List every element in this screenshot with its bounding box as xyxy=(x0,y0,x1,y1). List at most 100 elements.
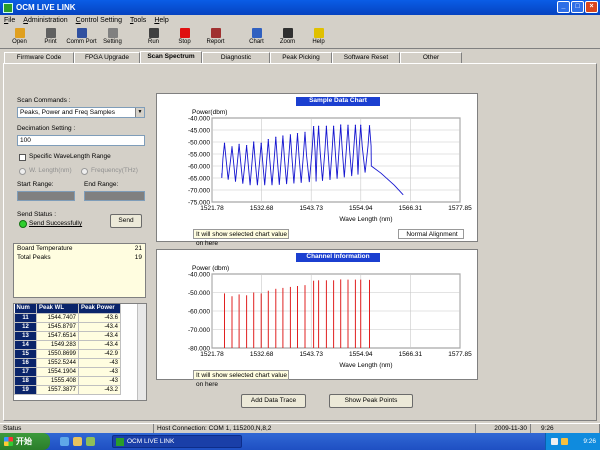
table-scrollbar[interactable] xyxy=(137,304,146,400)
spectrum-peak-point[interactable] xyxy=(238,143,240,145)
desktop-icon[interactable] xyxy=(86,437,95,446)
spectrum-peak-point[interactable] xyxy=(246,145,248,147)
spectrum-peak-point[interactable] xyxy=(313,126,315,128)
spectrum-peak-point[interactable] xyxy=(253,141,255,143)
stop-button[interactable]: Stop xyxy=(169,27,200,49)
spectrum-peak-point[interactable] xyxy=(296,133,299,135)
menu-control-setting[interactable]: Control Setting xyxy=(72,17,126,24)
spectrum-peak-point[interactable] xyxy=(275,136,277,138)
peaks-table[interactable]: Num Peak WL Peak Power 11 1544.7407 -43.6 1… xyxy=(13,303,147,401)
open-button[interactable]: Open xyxy=(4,27,35,49)
tab-firmware-code[interactable]: Firmware Code xyxy=(4,52,74,63)
spectrum-peak-point[interactable] xyxy=(231,146,233,148)
table-row[interactable]: 16 1552.5244 -43 xyxy=(14,357,121,368)
comm-port-button[interactable]: Comm Port xyxy=(66,27,97,49)
setting-button[interactable]: Setting xyxy=(97,27,128,49)
spectrum-peak-point[interactable] xyxy=(333,125,335,127)
zoom-button[interactable]: Zoom xyxy=(272,27,303,49)
spectrum-peak-point[interactable] xyxy=(289,134,291,136)
table-row[interactable]: 13 1547.6514 -43.4 xyxy=(14,330,121,341)
browser-icon[interactable] xyxy=(60,437,69,446)
column-header-peak-wl[interactable]: Peak WL xyxy=(36,304,79,313)
sample-data-chart[interactable]: -40.000 -45.000 -50.000 -55.000 -60.000 -65.0… xyxy=(156,104,478,232)
tray-clock: 9:26 xyxy=(583,438,596,445)
channel-info-chart[interactable]: -40.000-50.000-60.000-70.000-80.0001521.… xyxy=(156,260,478,378)
specific-range-label: Specific WaveLength Range xyxy=(29,153,111,160)
chevron-down-icon[interactable]: ▼ xyxy=(135,108,144,117)
spectrum-peak-point[interactable] xyxy=(368,125,371,127)
spectrum-peak-point[interactable] xyxy=(318,125,320,127)
column-header-num[interactable]: Num xyxy=(14,304,37,313)
chart-button[interactable]: Chart xyxy=(241,27,272,49)
table-row[interactable]: 19 1557.3877 -43.2 xyxy=(14,384,121,395)
spectrum-peak-point[interactable] xyxy=(347,124,349,126)
scan-command-select[interactable]: Peaks, Power and Freq Samples ▼ xyxy=(17,107,145,118)
run-icon xyxy=(148,28,159,38)
x-tick-label: 1554.94 xyxy=(349,351,373,358)
specific-range-checkbox[interactable] xyxy=(19,154,26,161)
spectrum-peak-point[interactable] xyxy=(360,124,362,126)
tab-other[interactable]: Other xyxy=(400,52,462,63)
table-row[interactable]: 18 1555.408 -43 xyxy=(14,375,121,386)
print-button[interactable]: Print xyxy=(35,27,66,49)
maximize-button[interactable]: □ xyxy=(571,1,584,13)
decimation-input[interactable]: 100 xyxy=(17,135,145,146)
add-data-trace-button[interactable]: Add Data Trace xyxy=(241,394,306,408)
folder-icon[interactable] xyxy=(73,437,82,446)
help-button[interactable]: Help xyxy=(303,27,334,49)
tab-scan-spectrum[interactable]: Scan Spectrum xyxy=(140,51,202,63)
column-header-peak-power[interactable]: Peak Power xyxy=(78,304,121,313)
chart1-value-hint: It will show selected chart value on her… xyxy=(193,229,289,247)
send-button[interactable]: Send xyxy=(110,214,142,228)
end-range-input[interactable] xyxy=(84,191,145,201)
table-row[interactable]: 17 1554.1904 -43 xyxy=(14,366,121,377)
gear-icon xyxy=(107,28,118,38)
volume-icon[interactable] xyxy=(561,438,568,445)
table-row[interactable]: 14 1549.283 -43.4 xyxy=(14,339,121,350)
menu-file[interactable]: File xyxy=(0,17,19,24)
spectrum-peak-point[interactable] xyxy=(340,124,342,126)
stop-icon xyxy=(179,28,190,38)
scan-commands-label: Scan Commands : xyxy=(17,97,71,104)
toolbar: Open Print Comm Port Setting Run Stop Report Ch… xyxy=(0,27,600,49)
spectrum-peak-point[interactable] xyxy=(354,124,356,126)
taskbar-task-ocm-live-link[interactable]: OCM LIVE LINK xyxy=(112,435,242,448)
taskbar-task-label: OCM LIVE LINK xyxy=(127,438,175,445)
row-peak-wl: 1552.5244 xyxy=(36,357,79,368)
x-axis-label: Wave Length (nm) xyxy=(339,362,392,369)
plug-icon xyxy=(76,28,87,38)
show-peak-points-button[interactable]: Show Peak Points xyxy=(329,394,413,408)
frequency-radio[interactable] xyxy=(81,168,88,175)
alignment-mode-box[interactable]: Normal Alignment xyxy=(398,229,464,239)
row-num: 14 xyxy=(14,339,37,350)
row-num: 11 xyxy=(14,312,37,323)
run-button[interactable]: Run xyxy=(138,27,169,49)
tab-fpga-upgrade[interactable]: FPGA Upgrade xyxy=(74,52,140,63)
spectrum-peak-point[interactable] xyxy=(267,139,269,141)
wavelength-radio[interactable] xyxy=(19,168,26,175)
app-icon xyxy=(116,438,124,446)
row-peak-wl: 1555.408 xyxy=(36,375,79,386)
report-button[interactable]: Report xyxy=(200,27,231,49)
spectrum-peak-point[interactable] xyxy=(223,142,226,144)
minimize-button[interactable]: _ xyxy=(557,1,570,13)
spectrum-peak-point[interactable] xyxy=(260,142,262,144)
menu-help[interactable]: Help xyxy=(150,17,172,24)
table-row[interactable]: 12 1545.8797 -43.4 xyxy=(14,321,121,332)
table-row[interactable]: 15 1550.8699 -42.9 xyxy=(14,348,121,359)
menu-administration[interactable]: Administration xyxy=(19,17,71,24)
tab-peak-picking[interactable]: Peak Picking xyxy=(270,52,332,63)
table-row[interactable]: 11 1544.7407 -43.6 xyxy=(14,312,121,323)
tab-diagnostic[interactable]: Diagnostic xyxy=(202,52,270,63)
spectrum-peak-point[interactable] xyxy=(304,131,306,133)
tab-software-reset[interactable]: Software Reset xyxy=(332,52,400,63)
help-label: Help xyxy=(312,39,325,45)
spectrum-peak-point[interactable] xyxy=(325,125,327,127)
title-bar[interactable]: OCM LIVE LINK _ □ × xyxy=(0,0,600,15)
start-button[interactable]: 开始 xyxy=(0,433,50,450)
start-range-input[interactable] xyxy=(17,191,75,201)
network-icon[interactable] xyxy=(551,438,558,445)
spectrum-peak-point[interactable] xyxy=(282,135,284,137)
menu-tools[interactable]: Tools xyxy=(126,17,150,24)
close-button[interactable]: × xyxy=(585,1,598,13)
